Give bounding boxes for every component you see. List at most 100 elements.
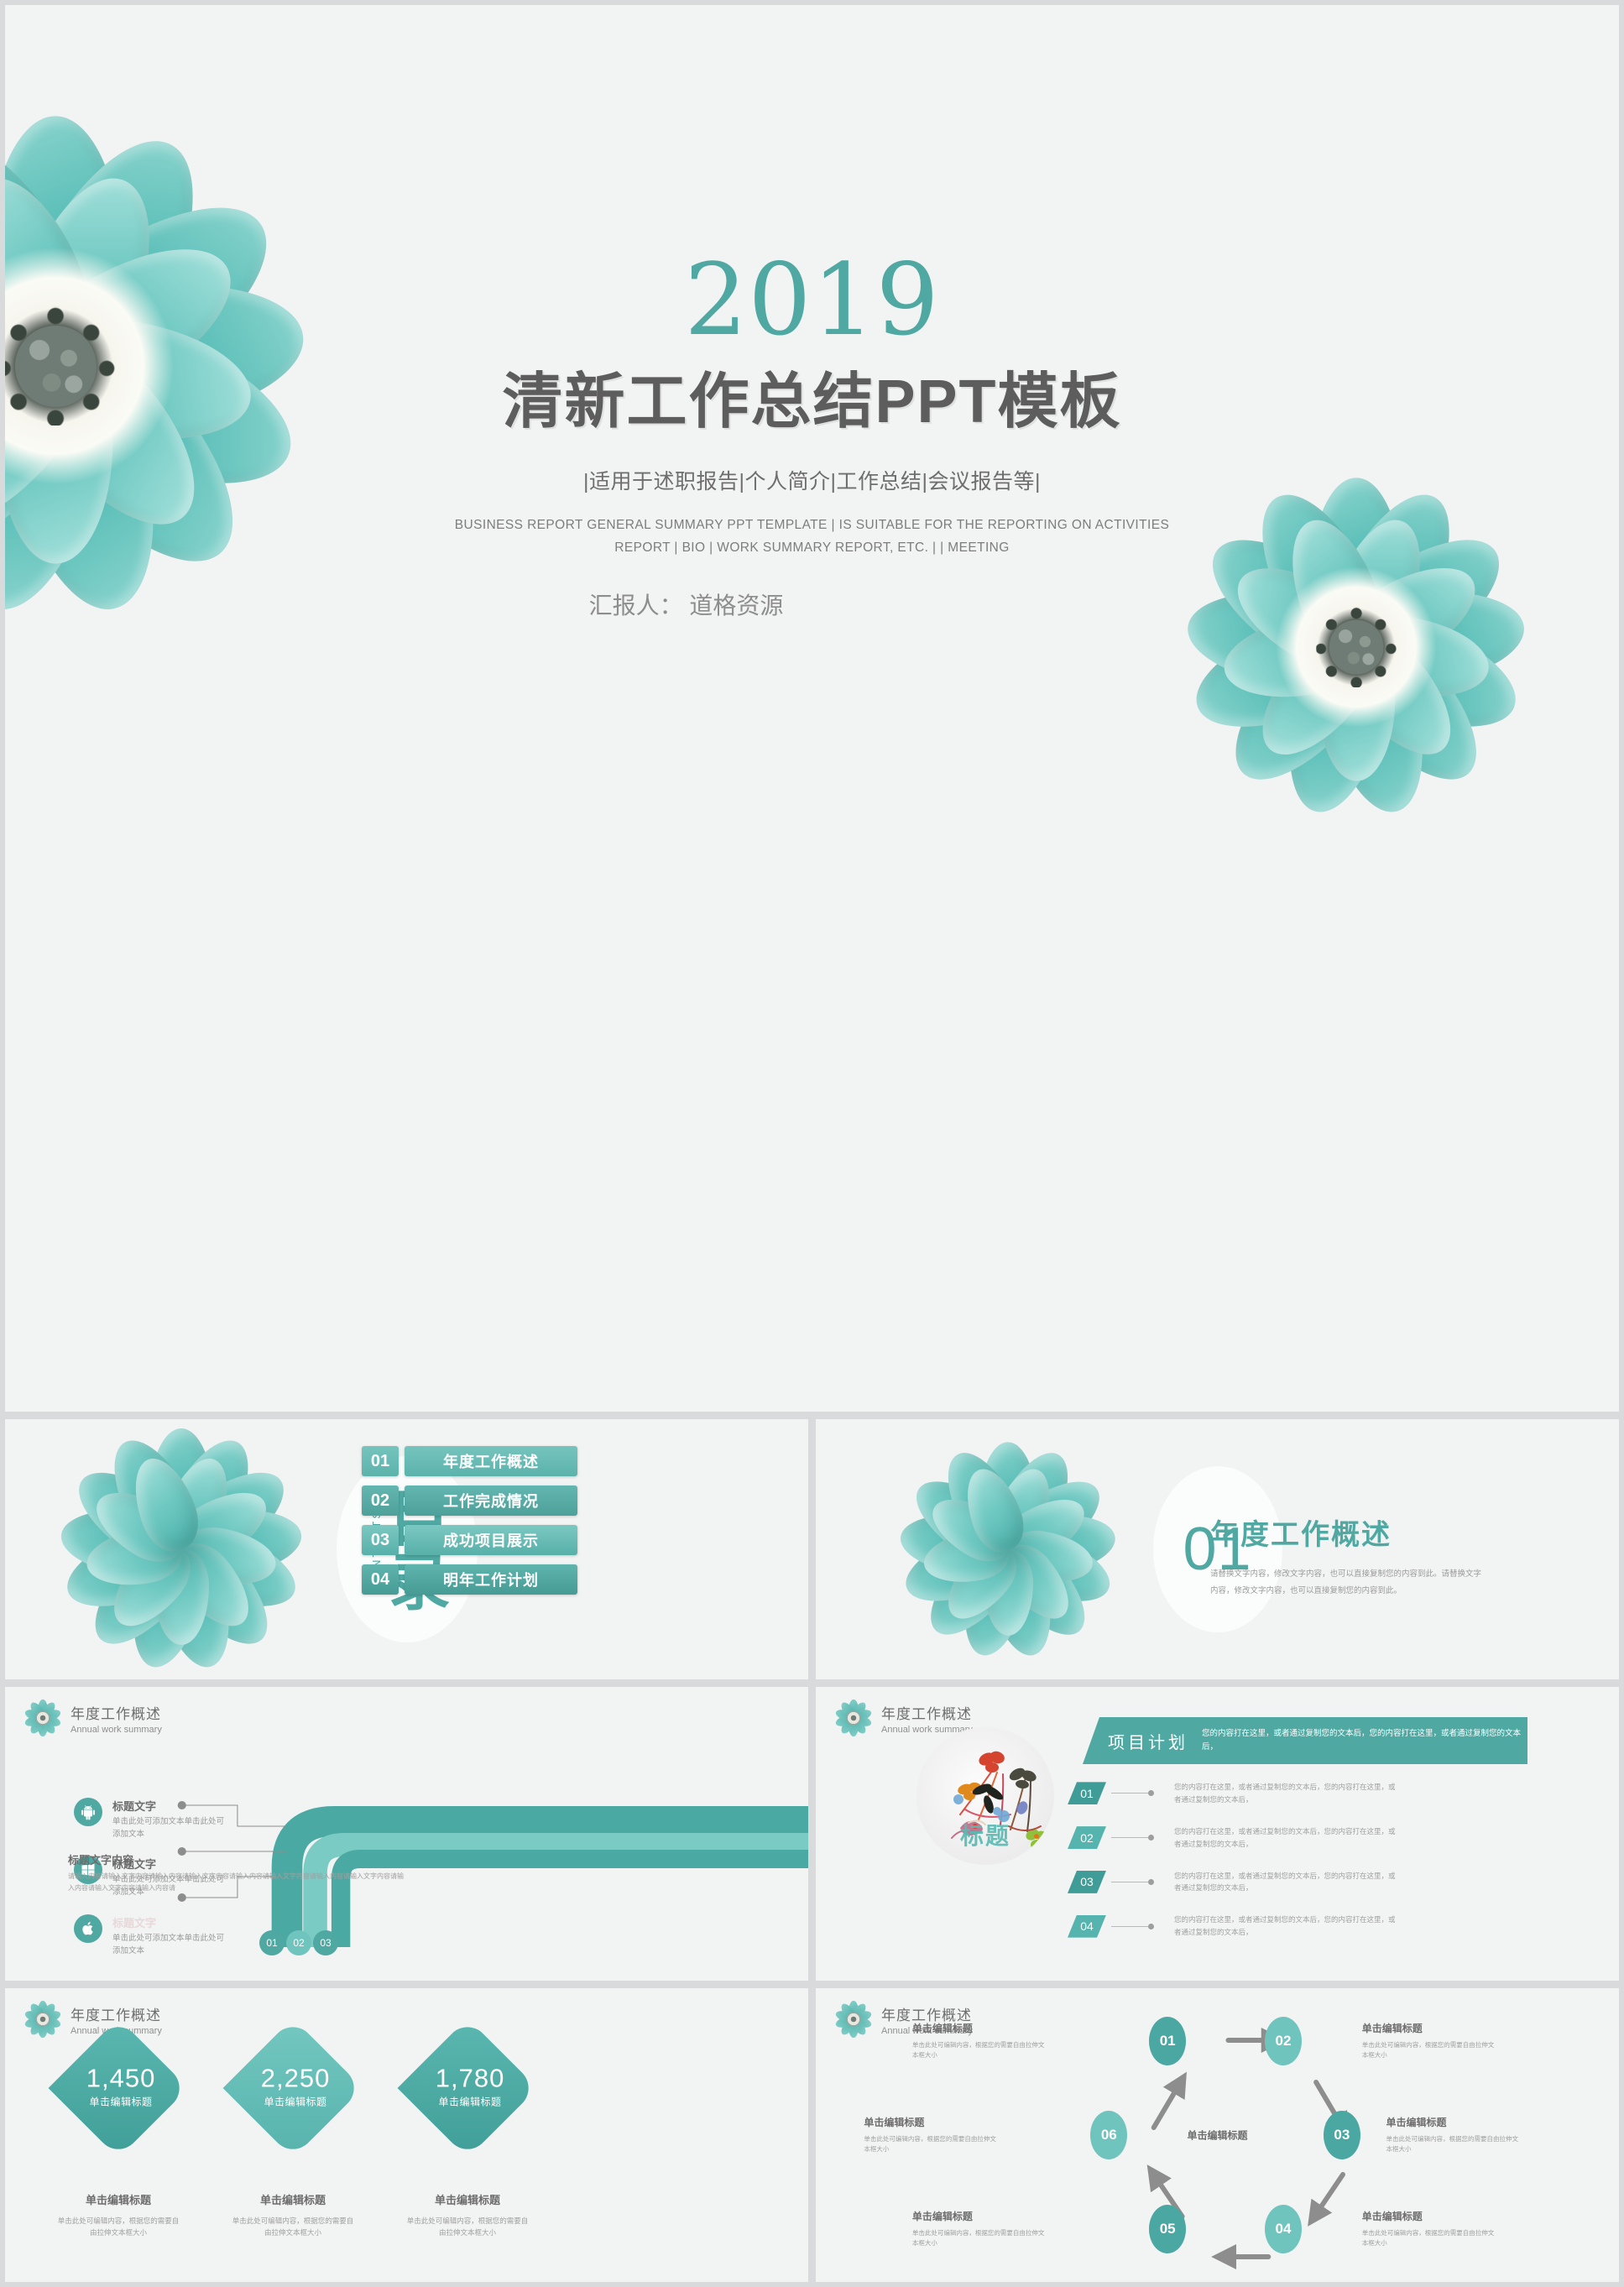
page-header: 年度工作概述 Annual work summary bbox=[834, 1699, 973, 1737]
subtitle-english-line2: REPORT | BIO | WORK SUMMARY REPORT, ETC.… bbox=[614, 540, 1010, 556]
flower-petal bbox=[1339, 603, 1531, 750]
flower-petal bbox=[991, 1465, 1114, 1574]
flower-petal bbox=[57, 1501, 185, 1582]
metric-value: 1,780 bbox=[435, 2063, 505, 2093]
metric-caption-body: 单击此处可编辑内容，根据您的需要自由拉伸文本框大小 bbox=[406, 2217, 529, 2237]
metric-diamond: 2,250 单击编辑标题 bbox=[222, 2018, 363, 2159]
cycle-label-02: 单击编辑标题 单击此处可编辑内容，根据您的需要自由拉伸文本框大小 bbox=[1362, 2021, 1496, 2061]
cycle-label-01: 单击编辑标题 单击此处可编辑内容，根据您的需要自由拉伸文本框大小 bbox=[912, 2021, 1047, 2061]
cycle-node-06[interactable]: 06 bbox=[1090, 2111, 1128, 2159]
flower-petal bbox=[1349, 608, 1496, 709]
flower-petal bbox=[152, 1427, 267, 1565]
flower-petal bbox=[159, 1531, 264, 1641]
list-item[interactable]: 02 工作完成情况 bbox=[362, 1486, 577, 1516]
metric-value: 2,250 bbox=[260, 2063, 331, 2093]
cycle-label-title: 单击编辑标题 bbox=[1361, 2023, 1423, 2035]
plan-row-connector bbox=[1111, 1793, 1148, 1794]
plan-row-body: 您的内容打在这里，或者通过复制您的文本后，您的内容打在这里，或者通过复制您的文本… bbox=[1174, 1826, 1396, 1848]
contents-item-label: 年度工作概述 bbox=[405, 1446, 577, 1476]
metric-inner-label: 单击编辑标题 bbox=[89, 2096, 153, 2108]
flower-petal bbox=[96, 1427, 211, 1565]
flower-petal bbox=[979, 1543, 1063, 1663]
pipe-number: 01 bbox=[259, 1930, 285, 1955]
metric-caption-title: 单击编辑标题 bbox=[434, 2194, 500, 2206]
cycle-node-05[interactable]: 05 bbox=[1149, 2205, 1187, 2253]
plan-row-number: 04 bbox=[1068, 1915, 1106, 1938]
flower-petal bbox=[922, 1486, 1021, 1572]
slide-deck: 2019 清新工作总结PPT模板 |适用于述职报告|个人简介|工作总结|会议报告… bbox=[0, 0, 1624, 2287]
cycle-center-label: 单击编辑标题 bbox=[1187, 2129, 1248, 2142]
plan-row-body: 您的内容打在这里，或者通过复制您的文本后，您的内容打在这里，或者通过复制您的文本… bbox=[1174, 1871, 1396, 1893]
list-item[interactable]: 03 成功项目展示 bbox=[362, 1525, 577, 1555]
cycle-node-03[interactable]: 03 bbox=[1323, 2111, 1360, 2159]
contents-item-number: 04 bbox=[362, 1564, 399, 1595]
flower-petal bbox=[98, 1531, 203, 1641]
cycle-node-01[interactable]: 01 bbox=[1149, 2017, 1187, 2065]
quilling-image: 标题 bbox=[916, 1727, 1054, 1865]
list-item[interactable]: 04 明年工作计划 bbox=[362, 1564, 577, 1595]
contents-item-number: 03 bbox=[362, 1525, 399, 1555]
section-body: 请替换文字内容，修改文字内容，也可以直接复制您的内容到此。请替换文字内容，修改文… bbox=[1210, 1569, 1482, 1595]
flower-petal bbox=[983, 1550, 1033, 1636]
plan-row-number: 01 bbox=[1068, 1782, 1106, 1804]
flower-petal bbox=[953, 1543, 1037, 1663]
list-item[interactable]: 04 您的内容打在这里，或者通过复制您的文本后，您的内容打在这里，或者通过复制您… bbox=[1068, 1914, 1401, 1939]
list-item[interactable]: 02 您的内容打在这里，或者通过复制您的文本后，您的内容打在这里，或者通过复制您… bbox=[1068, 1825, 1401, 1851]
list-item[interactable]: 03 您的内容打在这里，或者通过复制您的文本后，您的内容打在这里，或者通过复制您… bbox=[1068, 1870, 1401, 1895]
cycle-label-04: 单击编辑标题 单击此处可编辑内容，根据您的需要自由拉伸文本框大小 bbox=[1362, 2209, 1496, 2249]
metric-diamond: 1,780 单击编辑标题 bbox=[397, 2018, 538, 2159]
os-item-body: 单击此处可添加文本单击此处可添加文本 bbox=[112, 1817, 225, 1839]
plan-row-list: 01 您的内容打在这里，或者通过复制您的文本后，您的内容打在这里，或者通过复制您… bbox=[1068, 1781, 1401, 1939]
pipe-footer-body: 请输入内容请输入文字内容请输入内容请输入文字内容请输入内容请输入文字内容请输入内… bbox=[68, 1872, 404, 1892]
flower-petal bbox=[170, 1518, 306, 1623]
plan-row-dot bbox=[1148, 1878, 1154, 1885]
list-item[interactable]: 1,450 单击编辑标题 单击编辑标题 单击此处可编辑内容，根据您的需要自由拉伸… bbox=[48, 2018, 189, 2239]
list-item[interactable]: 2,250 单击编辑标题 单击编辑标题 单击此处可编辑内容，根据您的需要自由拉伸… bbox=[222, 2018, 363, 2239]
apple-icon bbox=[74, 1914, 102, 1943]
list-item[interactable]: 01 年度工作概述 bbox=[362, 1446, 577, 1476]
plan-row-number: 02 bbox=[1068, 1826, 1106, 1849]
flower-petal bbox=[896, 1522, 1019, 1616]
cycle-node-04[interactable]: 04 bbox=[1264, 2205, 1302, 2253]
plan-header-banner: 项目计划 您的内容打在这里，或者通过复制您的文本后，您的内容打在这里，或者通过复… bbox=[1083, 1717, 1527, 1764]
metric-diamond: 1,450 单击编辑标题 bbox=[48, 2018, 189, 2159]
flower-petal bbox=[982, 1440, 1084, 1564]
slide-cycle-diagram: 年度工作概述 Annual work summary 01 02 03 04 0… bbox=[816, 1988, 1619, 2282]
flower-petal bbox=[1240, 622, 1386, 775]
slide-section-divider: 01 年度工作概述 请替换文字内容，修改文字内容，也可以直接复制您的内容到此。请… bbox=[816, 1419, 1619, 1679]
cycle-label-title: 单击编辑标题 bbox=[911, 2023, 973, 2035]
contents-item-label: 明年工作计划 bbox=[405, 1564, 577, 1595]
cycle-label-title: 单击编辑标题 bbox=[911, 2211, 973, 2223]
list-item[interactable]: 标题文字 单击此处可添加文本单击此处可添加文本 bbox=[74, 1798, 230, 1841]
flower-petal bbox=[979, 1442, 1037, 1550]
flower-petal bbox=[1209, 616, 1391, 805]
flower-petal bbox=[154, 1449, 241, 1559]
plan-header-title: 项目计划 bbox=[1108, 1733, 1188, 1752]
pipe-number: 02 bbox=[286, 1930, 311, 1955]
flower-petal bbox=[1317, 647, 1396, 781]
metric-list: 1,450 单击编辑标题 单击编辑标题 单击此处可编辑内容，根据您的需要自由拉伸… bbox=[48, 2018, 538, 2239]
metric-inner-label: 单击编辑标题 bbox=[264, 2096, 327, 2108]
flower-petal bbox=[63, 1454, 201, 1577]
cycle-label-body: 单击此处可编辑内容，根据您的需要自由拉伸文本框大小 bbox=[864, 2135, 996, 2154]
cycle-node-02[interactable]: 02 bbox=[1264, 2017, 1302, 2065]
flower-petal bbox=[82, 1522, 186, 1594]
flower-petal bbox=[914, 1530, 1031, 1651]
flower-petal bbox=[932, 1440, 1034, 1564]
list-item[interactable]: 标题文字 单击此处可添加文本单击此处可添加文本 bbox=[74, 1914, 230, 1957]
flower-petal bbox=[1182, 603, 1373, 750]
reporter-label: 汇报人： 道格资源 bbox=[588, 593, 784, 619]
quilling-image-label: 标题 bbox=[959, 1823, 1011, 1849]
flower-decoration-contents bbox=[55, 1423, 307, 1675]
list-item[interactable]: 1,780 单击编辑标题 单击编辑标题 单击此处可编辑内容，根据您的需要自由拉伸… bbox=[397, 2018, 538, 2239]
flower-petal bbox=[989, 1534, 1083, 1632]
metric-inner-label: 单击编辑标题 bbox=[438, 2096, 502, 2108]
title-block: 2019 清新工作总结PPT模板 |适用于述职报告|个人简介|工作总结|会议报告… bbox=[5, 250, 1619, 621]
os-item-title: 标题文字 bbox=[112, 1916, 157, 1929]
flower-petal bbox=[985, 1530, 1102, 1651]
list-item[interactable]: 01 您的内容打在这里，或者通过复制您的文本后，您的内容打在这里，或者通过复制您… bbox=[1068, 1781, 1401, 1806]
cycle-label-body: 单击此处可编辑内容，根据您的需要自由拉伸文本框大小 bbox=[1361, 2041, 1495, 2060]
flower-petal bbox=[149, 1428, 214, 1549]
metric-caption-body: 单击此处可编辑内容，根据您的需要自由拉伸文本框大小 bbox=[232, 2217, 354, 2237]
flower-petal bbox=[997, 1522, 1120, 1616]
